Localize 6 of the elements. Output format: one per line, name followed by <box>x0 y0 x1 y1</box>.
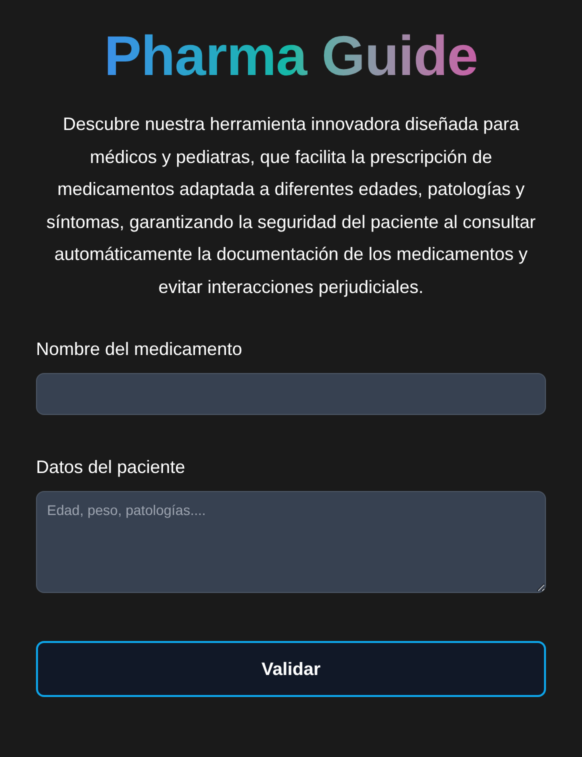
medication-name-field[interactable] <box>36 373 546 415</box>
field-label: Datos del paciente <box>36 456 186 479</box>
field-label: Nombre del medicamento <box>36 338 244 361</box>
description-paragraph: Descubre nuestra herramienta innovadora diseñada para médicos y pediatras, que facilita la prescripción de medicamentos adaptada a diferentes edades, patologías y síntomas, garantizando la seguridad del paciente al consultar automáticamente la documentación de los medicamentos y evitar interacciones perjudiciales. <box>45 113 537 299</box>
patient-data-field[interactable]: Edad, peso, patologías.... <box>36 491 546 593</box>
validate-button[interactable]: Validar <box>36 641 546 697</box>
